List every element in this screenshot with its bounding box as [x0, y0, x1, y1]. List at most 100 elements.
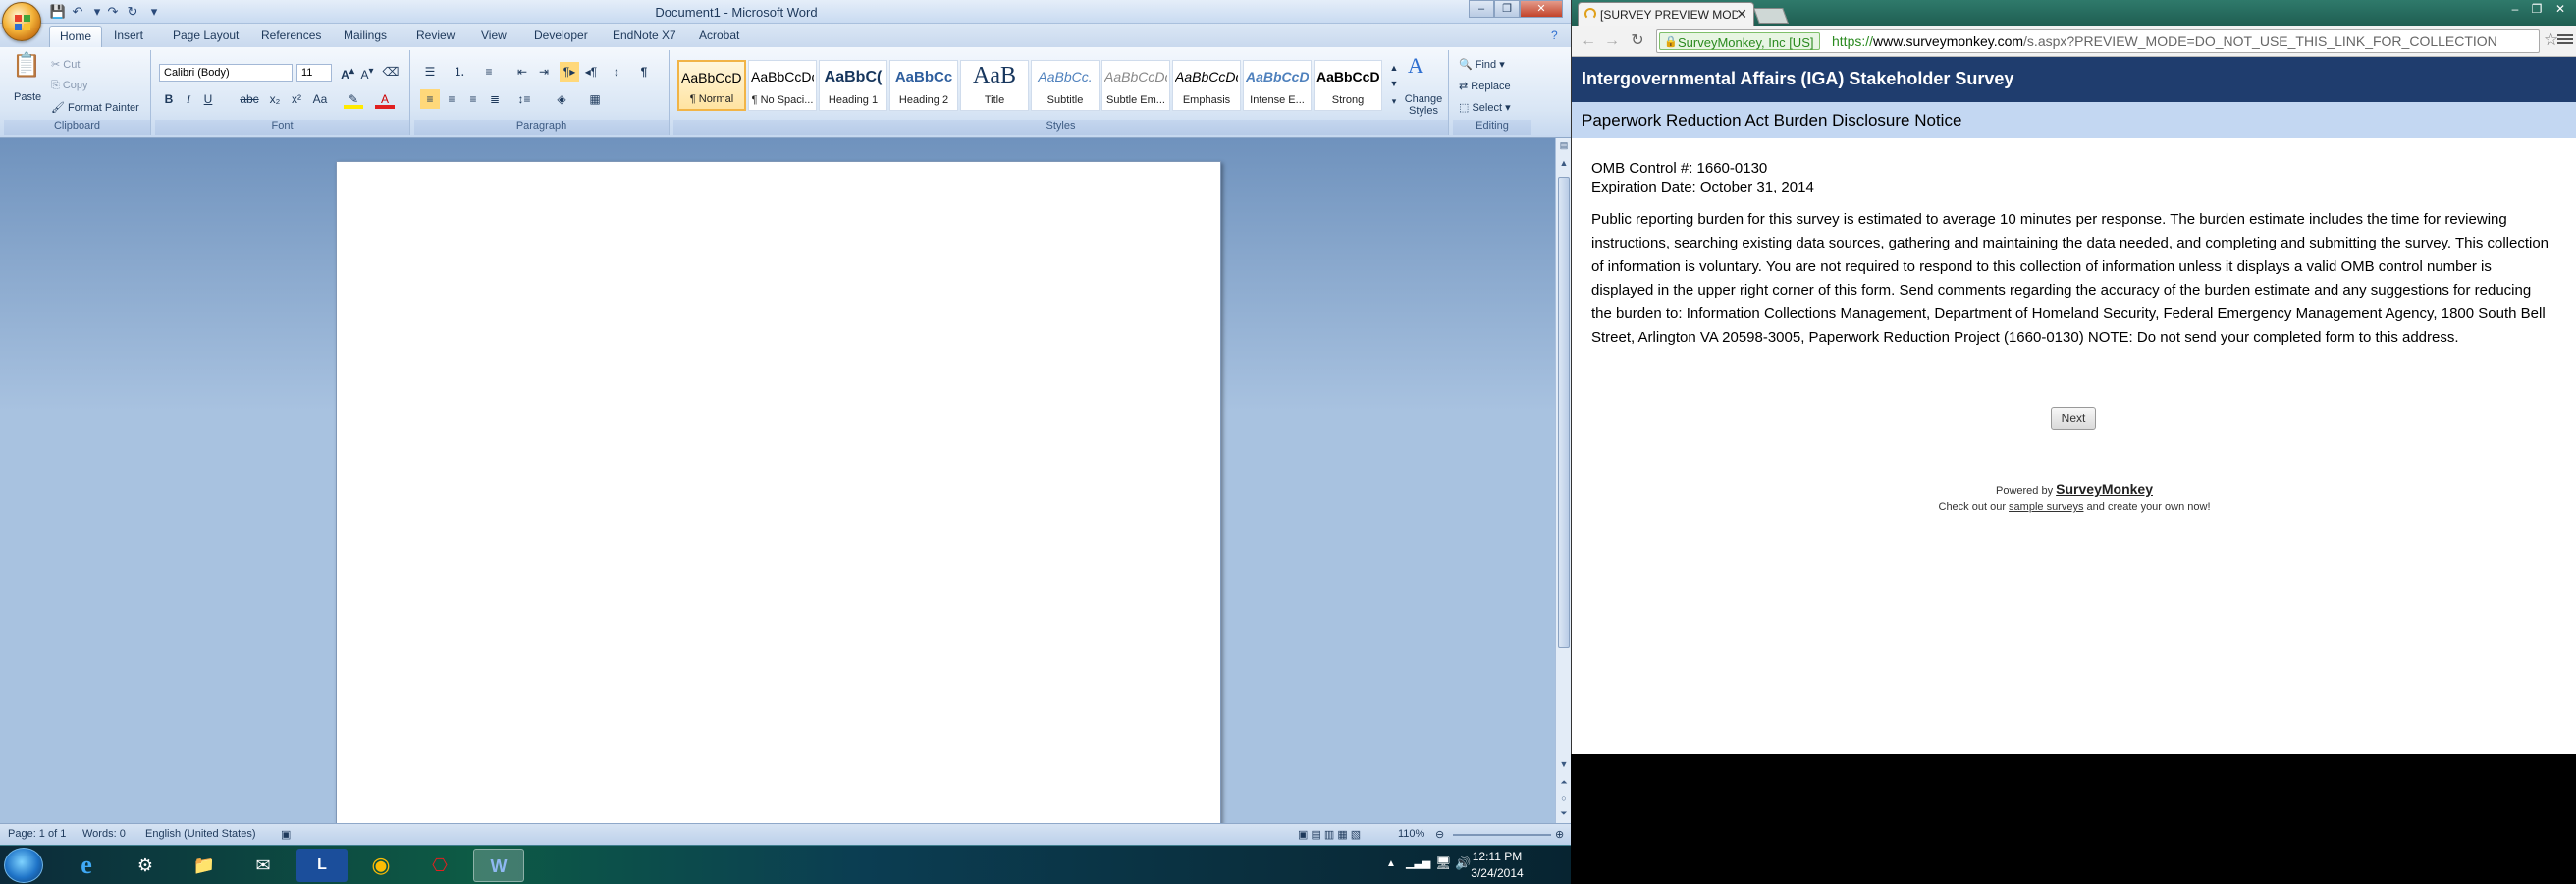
find-button[interactable]: 🔍 Find ▾ — [1459, 58, 1505, 71]
scroll-thumb[interactable] — [1558, 177, 1570, 648]
multilevel-list-icon[interactable]: ≡ — [479, 62, 499, 82]
style-heading-1[interactable]: AaBbC( Heading 1 — [819, 60, 887, 111]
word-count[interactable]: Words: 0 — [82, 828, 126, 840]
word-taskbar-icon[interactable]: W — [473, 849, 524, 882]
reload-icon[interactable]: ↻ — [1627, 31, 1648, 51]
word-minimize-button[interactable]: – — [1469, 0, 1494, 18]
bullets-icon[interactable]: ☰ — [420, 62, 440, 82]
clock-date[interactable]: 3/24/2014 — [1463, 866, 1531, 880]
back-icon[interactable]: ← — [1578, 31, 1599, 51]
vertical-scrollbar[interactable]: ▤ ▲ ▼ ⏶ ○ ⏷ — [1555, 138, 1571, 823]
network-icon[interactable]: 🖥 — [1435, 856, 1452, 871]
shading-icon[interactable]: ◈ — [552, 89, 571, 109]
start-button[interactable] — [4, 848, 43, 883]
zoom-slider[interactable] — [1453, 834, 1551, 836]
tab-mailings[interactable]: Mailings — [344, 28, 387, 42]
forward-icon[interactable]: → — [1601, 31, 1623, 51]
new-tab-button[interactable] — [1753, 8, 1789, 24]
proofing-icon[interactable]: ▣ — [281, 828, 291, 841]
zoom-out-icon[interactable]: ⊖ — [1435, 828, 1444, 841]
ltr-icon[interactable]: ¶▸ — [560, 62, 579, 82]
style-normal[interactable]: AaBbCcDc ¶ Normal — [677, 60, 746, 111]
document-page[interactable] — [336, 161, 1221, 829]
file-explorer-icon[interactable]: 📁 — [179, 849, 230, 882]
styles-more-icon[interactable]: ▾ — [1384, 91, 1404, 111]
tab-home[interactable]: Home — [49, 26, 103, 47]
font-color-icon[interactable]: A — [375, 89, 395, 109]
clear-format-icon[interactable]: ⌫ — [381, 62, 401, 82]
replace-button[interactable]: ⇄ Replace — [1459, 80, 1511, 92]
tab-insert[interactable]: Insert — [114, 28, 143, 42]
show-hidden-icons-icon[interactable]: ▲ — [1386, 858, 1396, 869]
scroll-up-icon[interactable]: ▲ — [1556, 155, 1571, 171]
zoom-in-icon[interactable]: ⊕ — [1555, 828, 1564, 841]
rtl-icon[interactable]: ◂¶ — [581, 62, 601, 82]
chrome-maximize-button[interactable]: ❐ — [2526, 2, 2548, 18]
styles-scroll-down-icon[interactable]: ▼ — [1384, 74, 1404, 93]
chrome-close-button[interactable]: ✕ — [2549, 2, 2571, 18]
grow-font-icon[interactable]: A▴ — [338, 62, 357, 82]
borders-icon[interactable]: ▦ — [585, 89, 605, 109]
highlight-icon[interactable]: ✎ — [344, 89, 363, 109]
line-spacing-icon[interactable]: ↕≡ — [514, 89, 534, 109]
format-painter-button[interactable]: 🖌 Format Painter — [51, 101, 139, 114]
font-size-combo[interactable]: 11 — [296, 64, 332, 82]
shrink-font-icon[interactable]: A▾ — [357, 62, 377, 82]
word-maximize-button[interactable]: ❐ — [1494, 0, 1520, 18]
align-center-icon[interactable]: ≡ — [442, 89, 461, 109]
chrome-minimize-button[interactable]: – — [2504, 2, 2526, 18]
increase-indent-icon[interactable]: ⇥ — [534, 62, 554, 82]
ev-certificate-badge[interactable]: 🔒 SurveyMonkey, Inc [US] — [1659, 32, 1821, 50]
page-count[interactable]: Page: 1 of 1 — [8, 828, 66, 840]
change-styles-button[interactable]: Change Styles — [1402, 93, 1445, 117]
subscript-icon[interactable]: x₂ — [265, 89, 285, 109]
internet-explorer-icon[interactable]: e — [61, 849, 112, 882]
style-intense-emphasis[interactable]: AaBbCcDc Intense E... — [1243, 60, 1312, 111]
bold-icon[interactable]: B — [159, 89, 179, 109]
font-name-combo[interactable]: Calibri (Body) — [159, 64, 293, 82]
address-bar[interactable]: 🔒 SurveyMonkey, Inc [US] https://www.sur… — [1656, 29, 2540, 53]
clock-time[interactable]: 12:11 PM — [1463, 850, 1531, 863]
sample-surveys-link[interactable]: sample surveys — [2009, 501, 2083, 513]
ruler-toggle-icon[interactable]: ▤ — [1556, 138, 1571, 153]
style-title[interactable]: AaB Title — [960, 60, 1029, 111]
decrease-indent-icon[interactable]: ⇤ — [512, 62, 532, 82]
network-app-icon[interactable]: ⚙ — [120, 849, 171, 882]
close-tab-icon[interactable]: ✕ — [1736, 6, 1747, 23]
strikethrough-icon[interactable]: abc — [240, 89, 259, 109]
office-button[interactable] — [2, 2, 41, 41]
language-indicator[interactable]: English (United States) — [145, 828, 256, 840]
style-subtle-emphasis[interactable]: AaBbCcDc Subtle Em... — [1101, 60, 1170, 111]
underline-icon[interactable]: U — [198, 89, 218, 109]
style-strong[interactable]: AaBbCcDc Strong — [1314, 60, 1382, 111]
surveymonkey-link[interactable]: SurveyMonkey — [2056, 481, 2153, 497]
outlook-icon[interactable]: ✉ — [238, 849, 289, 882]
word-close-button[interactable]: ✕ — [1520, 0, 1563, 18]
align-left-icon[interactable]: ≡ — [420, 89, 440, 109]
tab-references[interactable]: References — [261, 28, 321, 42]
signal-icon[interactable]: ▁▃▅ — [1406, 856, 1430, 869]
zoom-level[interactable]: 110% — [1398, 828, 1424, 840]
italic-icon[interactable]: I — [179, 89, 198, 109]
superscript-icon[interactable]: x² — [287, 89, 306, 109]
next-button[interactable]: Next — [2051, 407, 2096, 430]
paste-icon[interactable]: 📋 — [12, 54, 41, 85]
next-page-icon[interactable]: ⏷ — [1556, 805, 1571, 821]
paste-button[interactable]: Paste — [14, 91, 41, 103]
style-heading-2[interactable]: AaBbCc Heading 2 — [889, 60, 958, 111]
chrome-menu-icon[interactable] — [2557, 32, 2573, 48]
numbering-icon[interactable]: ⒈ — [450, 62, 469, 82]
change-case-icon[interactable]: Aa — [310, 89, 330, 109]
select-button[interactable]: ⬚ Select ▾ — [1459, 101, 1511, 114]
tab-endnote[interactable]: EndNote X7 — [613, 28, 676, 42]
show-marks-icon[interactable]: ¶ — [634, 62, 654, 82]
tab-view[interactable]: View — [481, 28, 507, 42]
tab-review[interactable]: Review — [416, 28, 455, 42]
change-styles-icon[interactable]: A — [1406, 55, 1425, 77]
sort-icon[interactable]: ↕ — [607, 62, 626, 82]
style-no-spacing[interactable]: AaBbCcDc ¶ No Spaci... — [748, 60, 817, 111]
scroll-down-icon[interactable]: ▼ — [1556, 756, 1571, 772]
browser-tab[interactable]: [SURVEY PREVIEW MODE] ✕ — [1578, 2, 1754, 26]
help-icon[interactable]: ? — [1551, 28, 1558, 42]
style-emphasis[interactable]: AaBbCcDc Emphasis — [1172, 60, 1241, 111]
